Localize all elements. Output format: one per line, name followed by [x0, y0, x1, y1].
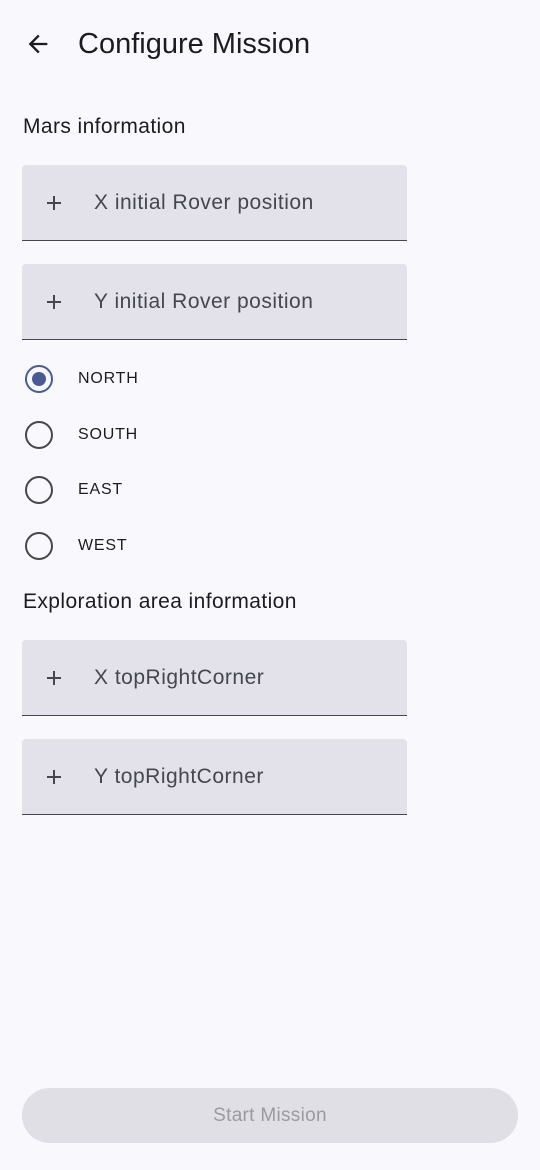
plus-icon [47, 295, 61, 309]
exploration-area-heading: Exploration area information [23, 590, 297, 613]
y-initial-rover-position-placeholder: Y initial Rover position [94, 290, 314, 313]
y-top-right-corner-placeholder: Y topRightCorner [94, 765, 264, 788]
y-top-right-corner-field[interactable]: Y topRightCorner [22, 739, 407, 815]
direction-label-south: SOUTH [78, 426, 138, 443]
radio-button-north[interactable] [25, 365, 53, 393]
x-top-right-corner-placeholder: X topRightCorner [94, 666, 265, 689]
direction-label-east: EAST [78, 481, 123, 498]
top-app-bar: Configure Mission [0, 0, 540, 88]
radio-button-east[interactable] [25, 476, 53, 504]
start-mission-button[interactable]: Start Mission [22, 1088, 518, 1143]
x-initial-rover-position-field[interactable]: X initial Rover position [22, 165, 407, 241]
radio-button-west[interactable] [25, 532, 53, 560]
back-button[interactable] [14, 20, 62, 68]
direction-label-west: WEST [78, 537, 128, 554]
radio-button-south[interactable] [25, 421, 53, 449]
direction-label-north: NORTH [78, 370, 139, 387]
plus-icon [47, 671, 61, 685]
plus-icon [47, 196, 61, 210]
y-initial-rover-position-field[interactable]: Y initial Rover position [22, 264, 407, 340]
arrow-back-icon [28, 34, 48, 54]
plus-icon [47, 770, 61, 784]
direction-option-north[interactable]: NORTH [16, 356, 216, 402]
direction-option-west[interactable]: WEST [16, 523, 216, 569]
x-top-right-corner-field[interactable]: X topRightCorner [22, 640, 407, 716]
mars-information-heading: Mars information [23, 115, 186, 138]
x-initial-rover-position-placeholder: X initial Rover position [94, 191, 314, 214]
page-title: Configure Mission [78, 28, 311, 60]
direction-option-south[interactable]: SOUTH [16, 412, 216, 458]
direction-option-east[interactable]: EAST [16, 467, 216, 513]
